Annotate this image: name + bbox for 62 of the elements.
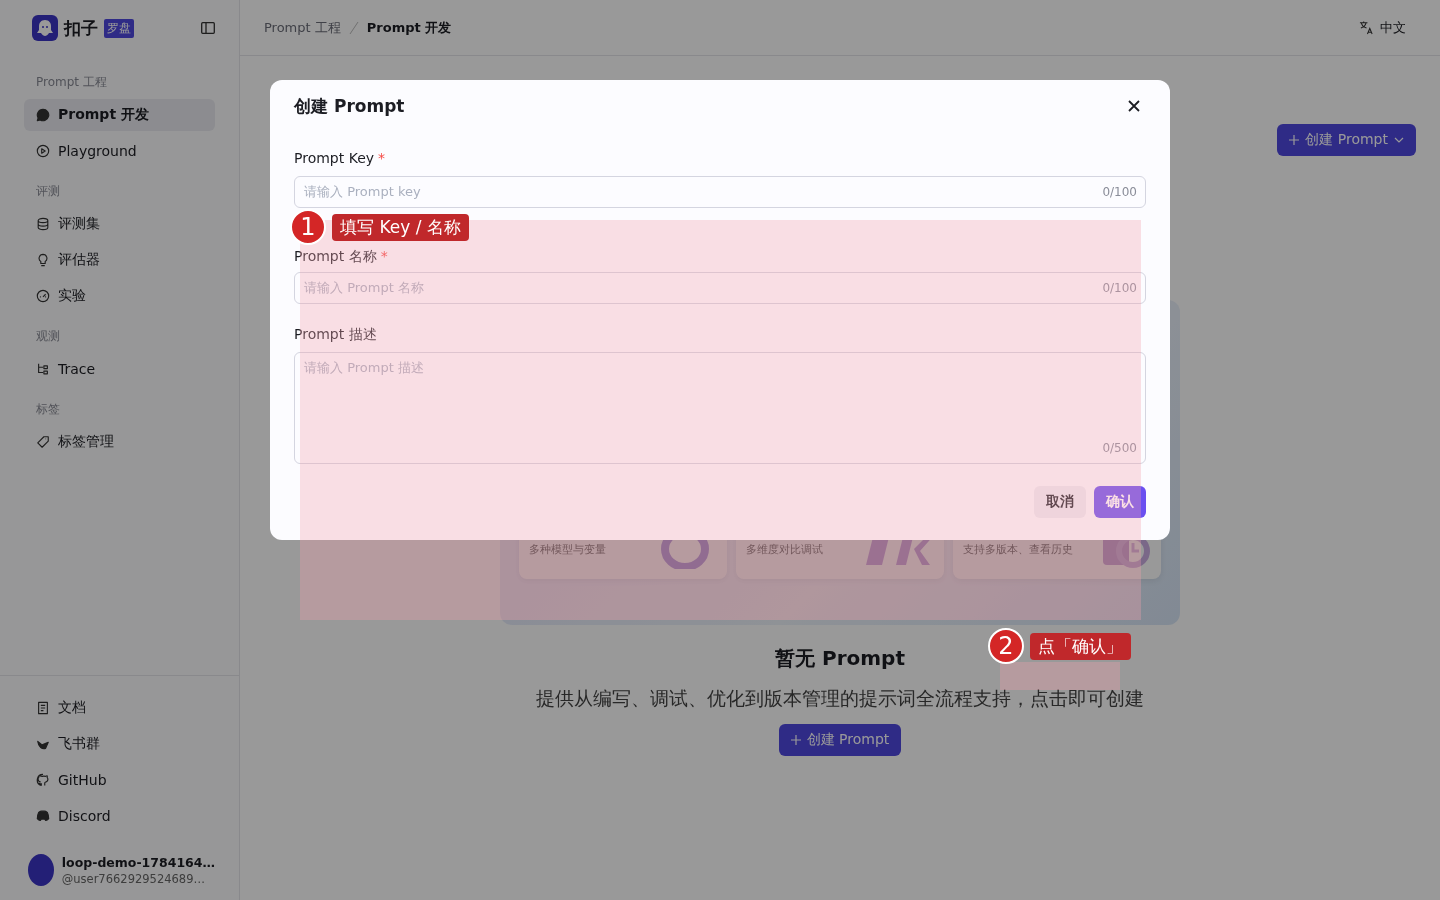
step-label: 点「确认」	[1030, 632, 1131, 660]
section-title: 观测	[35, 328, 61, 345]
field-label: Prompt 描述	[294, 326, 377, 344]
tree-icon	[36, 362, 50, 376]
create-prompt-button[interactable]: 创建 Prompt	[778, 724, 902, 756]
plus-icon	[790, 735, 801, 745]
required-mark: *	[380, 248, 388, 266]
sidebar-toggle-icon[interactable]	[201, 22, 215, 34]
plus-icon	[1289, 135, 1300, 145]
empty-state-description: 提供从编写、调试、优化到版本管理的提示词全流程支持，点击即可创建	[536, 686, 1144, 711]
bulb-icon	[36, 253, 50, 267]
character-counter: 0/100	[1102, 281, 1137, 295]
section-title: 评测	[35, 183, 61, 200]
translate-icon	[1359, 20, 1374, 35]
play-icon	[36, 144, 50, 158]
feature-text: 支持多版本、查看历史	[963, 541, 1073, 557]
tag-icon	[36, 435, 50, 449]
avatar[interactable]	[28, 854, 54, 886]
section-title: 标签	[35, 401, 61, 418]
brand-name: 扣子	[64, 16, 98, 40]
feature-text: 多种模型与变量	[529, 541, 606, 557]
section-title: Prompt 工程	[35, 74, 108, 91]
database-icon	[36, 217, 50, 231]
close-icon[interactable]	[1128, 100, 1140, 112]
sidebar-item[interactable]: 评测集	[24, 208, 215, 240]
user-handle: @user7662929524689…	[61, 871, 206, 886]
dialog-title: 创建 Prompt	[294, 94, 405, 118]
cancel-button[interactable]: 取消	[1034, 486, 1086, 518]
github-icon	[36, 773, 50, 787]
sidebar-link[interactable]: 飞书群	[24, 728, 215, 760]
gauge-icon	[36, 289, 50, 303]
input-field[interactable]: 请输入 Prompt key 0/100	[294, 176, 1146, 208]
character-counter: 0/100	[1102, 185, 1137, 199]
sidebar-item[interactable]: 标签管理	[24, 426, 215, 458]
create-prompt-button[interactable]: 创建 Prompt	[1277, 124, 1416, 156]
logo-icon	[32, 15, 58, 41]
sidebar-link[interactable]: Discord	[24, 800, 215, 832]
required-mark: *	[378, 150, 386, 168]
brand-badge: 罗盘	[104, 18, 134, 38]
placeholder: 请输入 Prompt key	[304, 183, 421, 201]
breadcrumb-separator	[348, 20, 359, 35]
discord-icon	[36, 809, 50, 823]
character-counter: 0/500	[1102, 441, 1137, 455]
field-label: Prompt 名称	[294, 248, 377, 266]
user-name: loop-demo-1784164…	[61, 854, 215, 870]
sidebar-link[interactable]: 文档	[24, 692, 215, 724]
sidebar-link[interactable]: GitHub	[24, 764, 215, 796]
step-number: 2	[988, 628, 1024, 664]
document-icon	[36, 701, 50, 715]
step-label: 填写 Key / 名称	[332, 213, 469, 241]
empty-state-title: 暂无 Prompt	[775, 645, 905, 672]
sidebar-item[interactable]: 实验	[24, 280, 215, 312]
sidebar-item[interactable]: Prompt 开发	[24, 99, 215, 131]
sidebar-item[interactable]: Playground	[24, 135, 215, 167]
breadcrumb-item[interactable]: Prompt 工程	[264, 18, 341, 37]
language-button[interactable]: 中文	[1353, 17, 1412, 38]
chat-bubble-icon	[36, 108, 50, 122]
sidebar-item[interactable]: Trace	[24, 353, 215, 385]
field-label: Prompt Key	[294, 150, 375, 168]
chevron-down-icon	[1394, 137, 1404, 143]
breadcrumb-item: Prompt 开发	[366, 18, 452, 37]
sidebar-item[interactable]: 评估器	[24, 244, 215, 276]
